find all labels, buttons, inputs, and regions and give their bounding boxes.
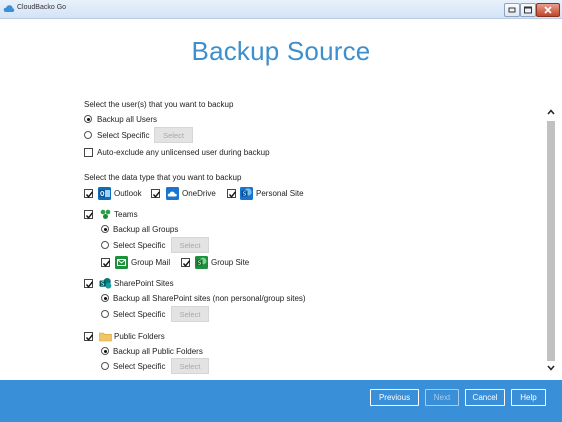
backup-all-users-radio[interactable]: [84, 115, 92, 123]
checkmark-icon: [85, 212, 94, 219]
personal-site-checkbox[interactable]: [227, 189, 237, 198]
select-specific-public-folders-label[interactable]: Select Specific: [113, 362, 165, 371]
select-sharepoint-button[interactable]: Select: [171, 306, 209, 322]
page-title: Backup Source: [191, 36, 371, 66]
group-mail-label[interactable]: Group Mail: [131, 258, 170, 267]
select-specific-users-label[interactable]: Select Specific: [97, 131, 149, 140]
scroll-down-arrow-icon[interactable]: [546, 364, 556, 372]
window-title: CloudBacko Go: [17, 4, 67, 11]
outlook-checkbox[interactable]: [84, 189, 94, 198]
personal-site-label[interactable]: Personal Site: [256, 189, 304, 198]
checkmark-icon: [152, 191, 161, 198]
previous-button[interactable]: Previous: [370, 389, 419, 406]
maximize-button[interactable]: [520, 3, 536, 17]
auto-exclude-checkbox[interactable]: [84, 148, 93, 157]
group-site-label[interactable]: Group Site: [211, 258, 249, 267]
svg-text:S: S: [243, 192, 247, 198]
sharepoint-icon: S: [240, 187, 253, 200]
outlook-label[interactable]: Outlook: [114, 189, 142, 198]
users-heading: Select the user(s) that you want to back…: [84, 100, 234, 109]
teams-icon: [100, 209, 111, 219]
group-site-checkbox[interactable]: [181, 258, 191, 267]
select-specific-sharepoint-label[interactable]: Select Specific: [113, 310, 165, 319]
outlook-icon: [98, 187, 111, 200]
scroll-up-arrow-icon[interactable]: [546, 108, 556, 116]
close-icon: [544, 6, 552, 14]
select-specific-public-folders-radio[interactable]: [101, 362, 109, 370]
checkmark-icon: [85, 191, 94, 198]
help-button[interactable]: Help: [511, 389, 546, 406]
sharepoint-sites-icon: S: [99, 278, 112, 289]
checkmark-icon: [85, 281, 94, 288]
restore-icon: [508, 7, 516, 13]
select-specific-groups-label[interactable]: Select Specific: [113, 241, 165, 250]
checkmark-icon: [182, 260, 191, 267]
checkmark-icon: [228, 191, 237, 198]
sharepoint-sites-label[interactable]: SharePoint Sites: [114, 279, 174, 288]
teams-label[interactable]: Teams: [114, 210, 138, 219]
vertical-scrollbar[interactable]: [546, 106, 556, 374]
sharepoint-sites-checkbox[interactable]: [84, 279, 94, 288]
group-mail-checkbox[interactable]: [101, 258, 111, 267]
onedrive-icon: [166, 187, 179, 200]
backup-all-sharepoint-label[interactable]: Backup all SharePoint sites (non persona…: [113, 294, 306, 303]
select-specific-sharepoint-radio[interactable]: [101, 310, 109, 318]
checkmark-icon: [102, 260, 111, 267]
backup-all-sharepoint-radio[interactable]: [101, 294, 109, 302]
select-users-button[interactable]: Select: [154, 127, 193, 143]
close-button[interactable]: [536, 3, 560, 17]
select-groups-button[interactable]: Select: [171, 237, 209, 253]
group-site-icon: S: [195, 256, 208, 269]
backup-all-public-folders-radio[interactable]: [101, 347, 109, 355]
select-specific-users-radio[interactable]: [84, 131, 92, 139]
select-specific-groups-radio[interactable]: [101, 241, 109, 249]
onedrive-checkbox[interactable]: [151, 189, 161, 198]
svg-text:S: S: [101, 282, 105, 288]
folder-icon: [99, 332, 112, 342]
teams-checkbox[interactable]: [84, 210, 94, 219]
maximize-icon: [524, 6, 532, 14]
public-folders-checkbox[interactable]: [84, 332, 94, 341]
svg-text:S: S: [198, 261, 202, 267]
select-public-folders-button[interactable]: Select: [171, 358, 209, 374]
auto-exclude-label[interactable]: Auto-exclude any unlicensed user during …: [97, 148, 270, 157]
cloudbacko-logo-icon: [3, 5, 15, 12]
backup-all-groups-radio[interactable]: [101, 225, 109, 233]
restore-button[interactable]: [504, 3, 520, 17]
group-mail-icon: [115, 256, 128, 269]
data-type-heading: Select the data type that you want to ba…: [84, 173, 242, 182]
backup-all-public-folders-label[interactable]: Backup all Public Folders: [113, 347, 203, 356]
scrollbar-thumb[interactable]: [547, 121, 555, 361]
backup-all-users-label[interactable]: Backup all Users: [97, 115, 157, 124]
checkmark-icon: [85, 334, 94, 341]
onedrive-label[interactable]: OneDrive: [182, 189, 216, 198]
backup-all-groups-label[interactable]: Backup all Groups: [113, 225, 178, 234]
next-button[interactable]: Next: [425, 389, 459, 406]
cancel-button[interactable]: Cancel: [465, 389, 505, 406]
title-bar: CloudBacko Go: [0, 0, 562, 19]
public-folders-label[interactable]: Public Folders: [114, 332, 165, 341]
